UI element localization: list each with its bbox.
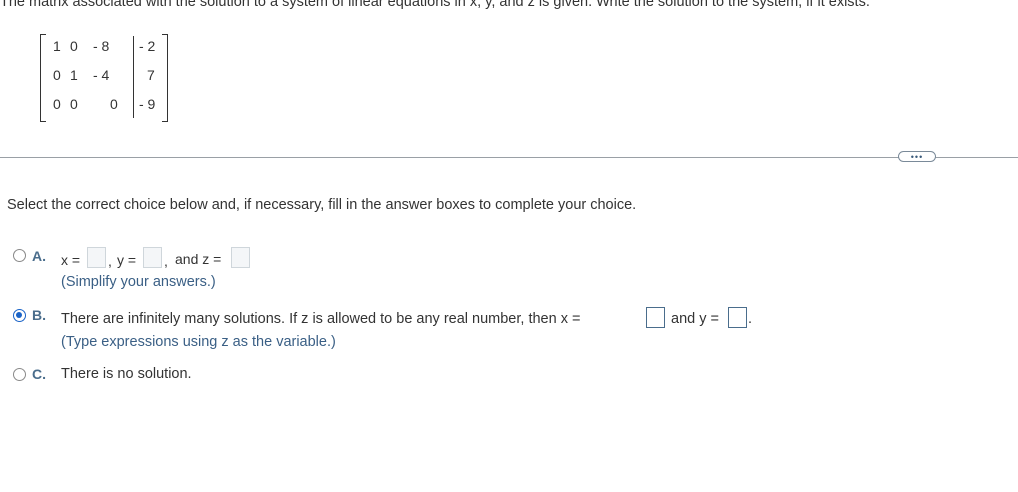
augmented-matrix: 1 0 - 8 - 2 0 1 - 4 7 0 0 0 - 9	[40, 34, 168, 122]
choice-c-letter: C.	[32, 366, 46, 382]
choice-a-comma: ,	[164, 253, 168, 269]
choice-b-radio[interactable]	[13, 309, 26, 322]
choice-a-radio[interactable]	[13, 249, 26, 262]
matrix-cell: 0	[70, 38, 78, 54]
choice-a-comma: ,	[108, 253, 112, 269]
augment-divider-line	[133, 36, 134, 118]
choice-a-letter: A.	[32, 248, 46, 264]
matrix-left-bracket	[40, 34, 46, 122]
choice-b-period: .	[748, 311, 753, 327]
choice-a-x-label: x =	[61, 252, 81, 268]
choice-b-letter: B.	[32, 307, 46, 323]
choice-b-x-input[interactable]	[646, 307, 665, 328]
matrix-cell: 1	[70, 67, 78, 83]
choice-a-hint: (Simplify your answers.)	[61, 274, 216, 290]
matrix-cell: - 8	[93, 38, 110, 54]
more-options-button[interactable]: •••	[898, 151, 936, 162]
choice-b-text: There are infinitely many solutions. If …	[61, 311, 581, 327]
matrix-cell: 0	[53, 67, 61, 83]
choice-c-radio[interactable]	[13, 368, 26, 381]
choice-c-text: There is no solution.	[61, 366, 192, 382]
matrix-cell: - 2	[139, 38, 156, 54]
choice-a-x-input[interactable]	[87, 247, 106, 268]
matrix-cell: - 9	[139, 96, 156, 112]
matrix-cell: 1	[53, 38, 61, 54]
matrix-right-bracket	[162, 34, 168, 122]
question-prompt: The matrix associated with the solution …	[0, 0, 870, 10]
section-divider	[0, 157, 1018, 158]
choice-instruction: Select the correct choice below and, if …	[7, 197, 637, 213]
choice-b-y-input[interactable]	[728, 307, 747, 328]
matrix-cell: 0	[110, 96, 118, 112]
choice-b-hint: (Type expressions using z as the variabl…	[61, 334, 336, 350]
matrix-cell: 0	[70, 96, 78, 112]
choice-a-y-label: y =	[117, 252, 137, 268]
matrix-cell: - 4	[93, 67, 110, 83]
choice-b-and-y-label: and y =	[671, 311, 719, 327]
choice-a-z-input[interactable]	[231, 247, 250, 268]
matrix-cell: 0	[53, 96, 61, 112]
matrix-cell: 7	[147, 67, 155, 83]
choice-a-and-z-label: and z =	[175, 251, 222, 267]
choice-a-y-input[interactable]	[143, 247, 162, 268]
